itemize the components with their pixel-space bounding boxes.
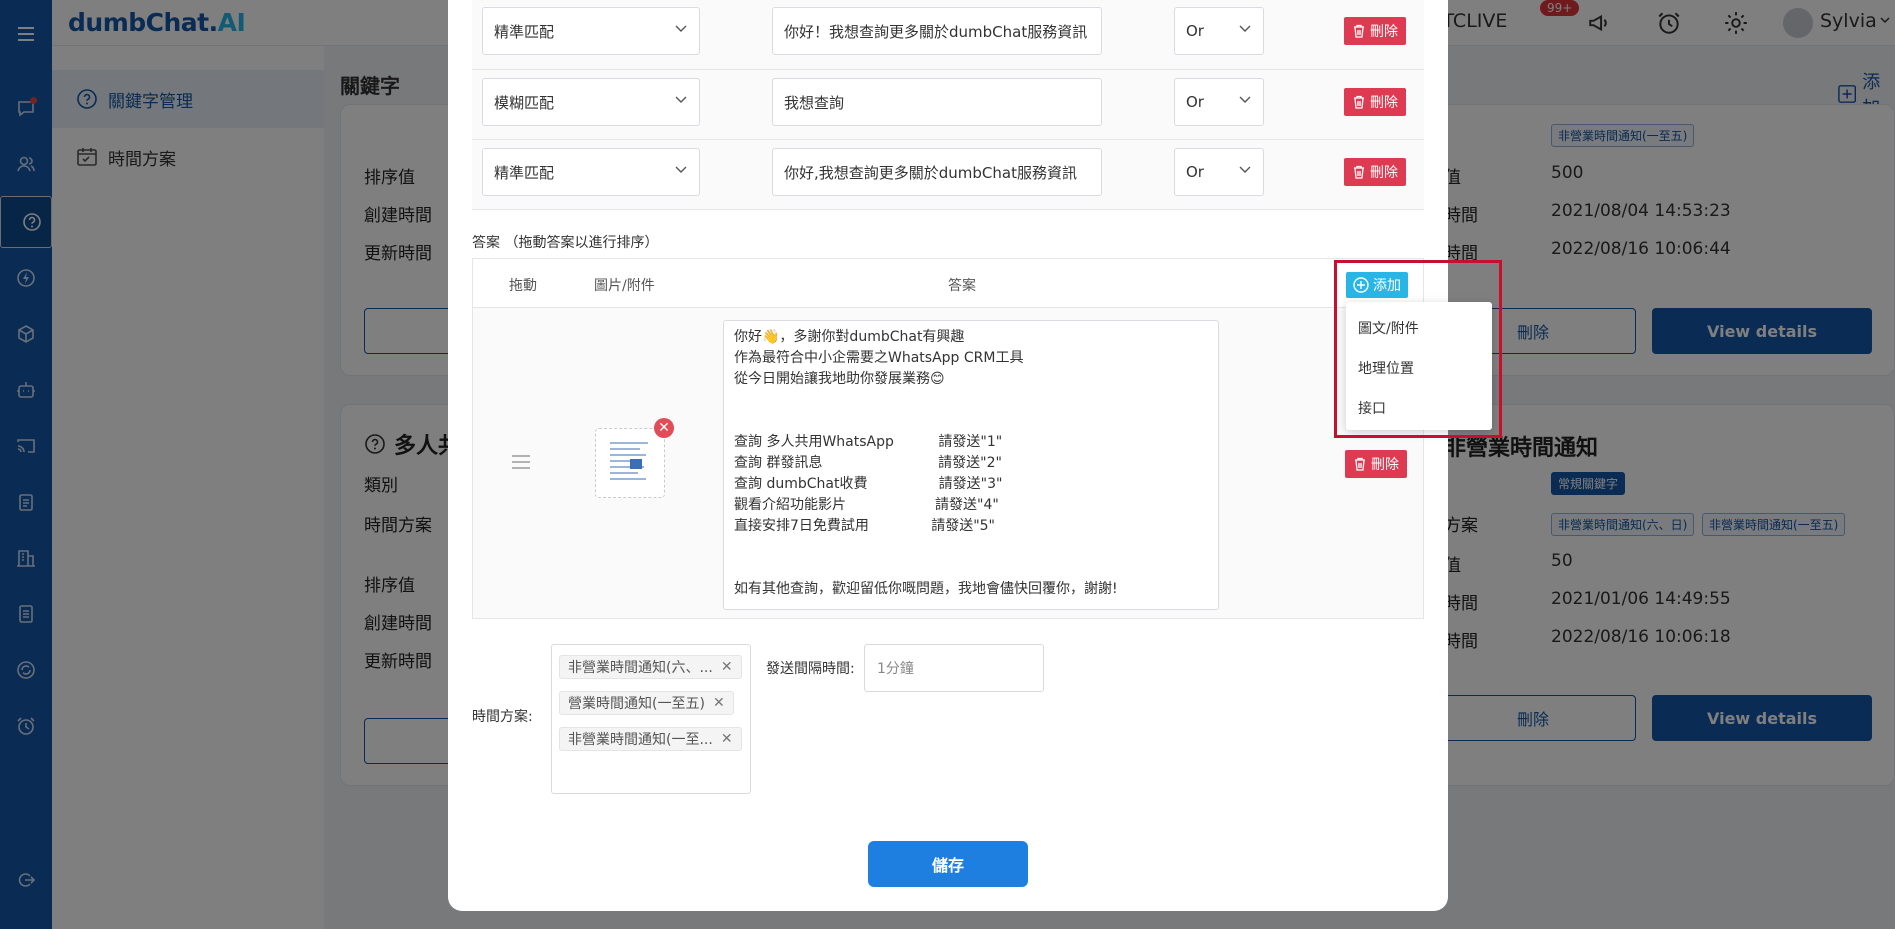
- time-plan-chip: 非營業時間通知(六、... ✕: [559, 655, 742, 679]
- save-button[interactable]: 儲存: [868, 841, 1028, 887]
- trash-icon: [1354, 165, 1364, 179]
- delete-keyword-button[interactable]: 刪除: [1344, 17, 1406, 45]
- keyword-row: 模糊匹配 我想查詢 Or 刪除: [472, 70, 1424, 140]
- match-type-select[interactable]: 精準匹配: [482, 148, 700, 196]
- trash-icon: [1354, 24, 1364, 38]
- keyword-row: 精準匹配 你好,我想查詢更多關於dumbChat服務資訊 Or 刪除: [472, 140, 1424, 210]
- keyword-row: 精準匹配 你好！我想查詢更多關於dumbChat服務資訊 Or 刪除: [472, 0, 1424, 70]
- keyword-input[interactable]: 你好,我想查詢更多關於dumbChat服務資訊: [772, 148, 1102, 196]
- match-type-select[interactable]: 精準匹配: [482, 7, 700, 55]
- match-type-select[interactable]: 模糊匹配: [482, 78, 700, 126]
- remove-chip-icon[interactable]: ✕: [713, 695, 725, 711]
- col-media: 圖片/附件: [594, 278, 655, 294]
- image-preview-icon: [606, 437, 652, 487]
- chevron-down-icon: [1239, 25, 1251, 32]
- delete-keyword-button[interactable]: 刪除: [1344, 158, 1406, 186]
- time-plan-chip: 非營業時間通知(一至... ✕: [559, 727, 742, 751]
- trash-icon: [1355, 457, 1365, 471]
- keyword-input[interactable]: 我想查詢: [772, 78, 1102, 126]
- delete-answer-button[interactable]: 刪除: [1345, 450, 1407, 478]
- time-plan-select[interactable]: 非營業時間通知(六、... ✕ 營業時間通知(一至五) ✕ 非營業時間通知(一至..…: [551, 644, 751, 794]
- answers-table-header: 拖動 圖片/附件 答案: [472, 258, 1424, 308]
- app-root: dumbChat.AI Chat TCLIVE 99+ Sylvia 關鍵字管理…: [0, 0, 1895, 929]
- remove-chip-icon[interactable]: ✕: [721, 731, 733, 747]
- interval-label: 發送間隔時間:: [766, 661, 855, 677]
- answer-textarea[interactable]: 你好👋，多謝你對dumbChat有興趣 作為最符合中小企需要之WhatsApp …: [723, 320, 1219, 610]
- time-plan-chip: 營業時間通知(一至五) ✕: [559, 691, 734, 715]
- interval-input[interactable]: 1分鐘: [864, 644, 1044, 692]
- answers-section-label: 答案 （拖動答案以進行排序）: [472, 235, 659, 251]
- logic-select[interactable]: Or: [1174, 78, 1264, 126]
- logic-select[interactable]: Or: [1174, 148, 1264, 196]
- chevron-down-icon: [675, 166, 687, 173]
- chevron-down-icon: [675, 96, 687, 103]
- col-answer: 答案: [948, 278, 976, 294]
- chevron-down-icon: [1239, 96, 1251, 103]
- drag-handle-icon[interactable]: [511, 454, 531, 470]
- time-plan-label: 時間方案:: [472, 709, 533, 725]
- remove-attachment-icon[interactable]: ✕: [654, 418, 674, 438]
- chevron-down-icon: [675, 25, 687, 32]
- col-drag: 拖動: [509, 278, 537, 294]
- answer-row: ✕ 你好👋，多謝你對dumbChat有興趣 作為最符合中小企需要之WhatsAp…: [472, 308, 1424, 619]
- delete-keyword-button[interactable]: 刪除: [1344, 88, 1406, 116]
- logic-select[interactable]: Or: [1174, 7, 1264, 55]
- edit-keyword-modal: 精準匹配 你好！我想查詢更多關於dumbChat服務資訊 Or 刪除 模糊匹配 …: [448, 0, 1502, 911]
- attachment-thumbnail[interactable]: [595, 428, 665, 498]
- keyword-input[interactable]: 你好！我想查詢更多關於dumbChat服務資訊: [772, 7, 1102, 55]
- highlight-box: [1334, 260, 1502, 438]
- trash-icon: [1354, 95, 1364, 109]
- chevron-down-icon: [1239, 166, 1251, 173]
- remove-chip-icon[interactable]: ✕: [721, 659, 733, 675]
